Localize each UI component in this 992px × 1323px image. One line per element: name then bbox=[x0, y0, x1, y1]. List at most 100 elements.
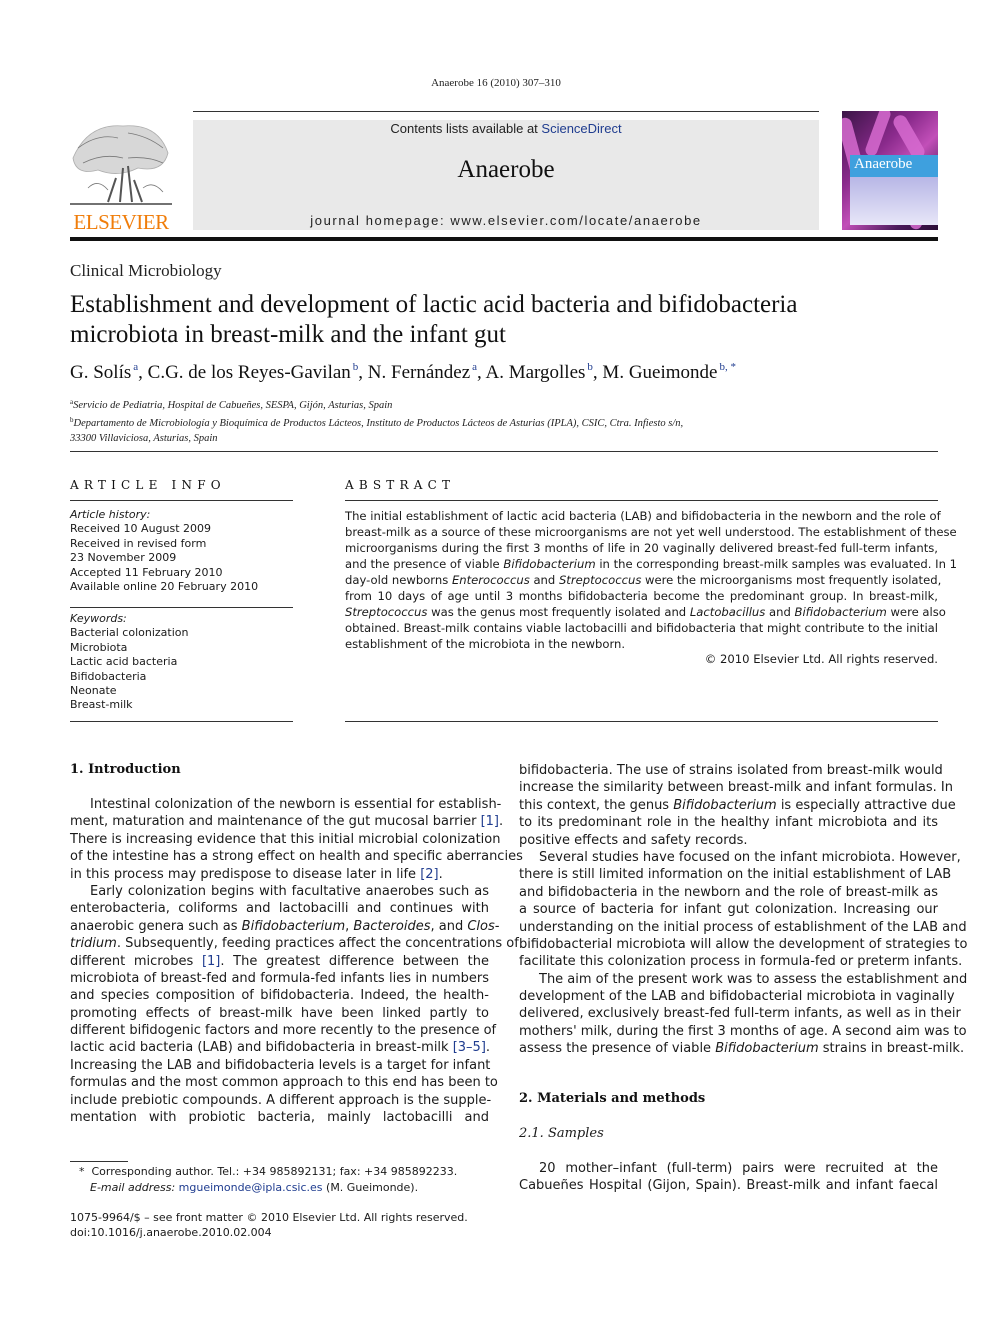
cover-bacterium bbox=[863, 111, 893, 158]
right-column-text: bifidobacteria. The use of strains isola… bbox=[519, 762, 968, 1058]
author[interactable]: C.G. de los Reyes-Gavilan b bbox=[148, 361, 359, 383]
citation-link[interactable]: [1] bbox=[481, 814, 499, 829]
affiliations: aServicio de Pediatria, Hospital de Cabu… bbox=[70, 395, 940, 446]
italic-term: Bifidobacterium bbox=[794, 605, 887, 619]
body-line: understanding on the initial process of … bbox=[519, 919, 967, 935]
cover-title: Anaerobe bbox=[854, 156, 913, 172]
body-line: different microbes [1]. The greatest dif… bbox=[70, 953, 489, 969]
italic-term: Bacteroides bbox=[353, 918, 431, 934]
author[interactable]: N. Fernández a bbox=[367, 361, 477, 383]
history-entry: Available online 20 February 2010 bbox=[70, 580, 259, 594]
body-line: include prebiotic compounds. A different… bbox=[70, 1092, 492, 1108]
body-line: Intestinal colonization of the newborn i… bbox=[90, 797, 502, 812]
affiliation-marker[interactable]: a bbox=[133, 361, 138, 373]
sciencedirect-link[interactable]: ScienceDirect bbox=[541, 121, 621, 136]
abstract-line: day-old newborns Enterococcus and Strept… bbox=[345, 573, 942, 587]
author[interactable]: A. Margolles b bbox=[486, 361, 593, 383]
keyword-item: Neonate bbox=[70, 684, 117, 698]
citation-link[interactable]: [2] bbox=[420, 867, 438, 882]
body-line: lactic acid bacteria (LAB) and bifidobac… bbox=[70, 1040, 491, 1056]
body-line: a source of bacteria for infant gut colo… bbox=[519, 902, 938, 918]
left-column-text: Intestinal colonization of the newborn i… bbox=[70, 796, 523, 1126]
body-line: There is increasing evidence that this i… bbox=[70, 831, 501, 847]
body-line: formulas and the most common approach to… bbox=[70, 1075, 498, 1091]
citation-link[interactable]: [3–5] bbox=[453, 1040, 486, 1055]
elsevier-logo[interactable]: ELSEVIER bbox=[68, 118, 174, 234]
body-line: assess the presence of viable Bifidobact… bbox=[519, 1041, 965, 1057]
keyword-item: Bifidobacteria bbox=[70, 669, 147, 683]
history-entry: Accepted 11 February 2010 bbox=[70, 565, 223, 579]
abstract-line: from 10 days of age until 3 months bifid… bbox=[345, 589, 938, 603]
title-line: microbiota in breast-milk and the infant… bbox=[70, 321, 506, 348]
footnote-line: * Corresponding author. Tel.: +34 985892… bbox=[70, 1164, 490, 1180]
contents-line: Contents lists available at ScienceDirec… bbox=[193, 121, 819, 136]
body-line: bifidobacterial microbiota will allow th… bbox=[519, 936, 968, 952]
abstract-bottom-rule bbox=[345, 721, 938, 722]
author-name: N. Fernández bbox=[367, 362, 471, 383]
doi-link[interactable]: doi:10.1016/j.anaerobe.2010.02.004 bbox=[70, 1226, 490, 1241]
email-link[interactable]: mgueimonde@ipla.csic.es bbox=[179, 1181, 323, 1194]
abstract-line: Streptococcus was the genus most frequen… bbox=[345, 605, 946, 619]
body-line: 20 mother–infant (full-term) pairs were … bbox=[539, 1161, 938, 1176]
body-line: and species composition of bifidobacteri… bbox=[70, 988, 489, 1004]
body-line: different bifidogenic factors and more r… bbox=[70, 1023, 497, 1039]
body-line: and bifidobacteria in the newborn and th… bbox=[519, 884, 938, 900]
body-line: there is still limited information on th… bbox=[519, 867, 952, 883]
keywords-rule bbox=[70, 607, 293, 608]
italic-term: Streptococcus bbox=[345, 605, 428, 619]
body-line: mothers' milk, during the first 3 months… bbox=[519, 1023, 967, 1039]
footnote-marker: * bbox=[79, 1165, 85, 1178]
affiliation-marker[interactable]: b bbox=[587, 361, 593, 373]
cover-bacterium bbox=[890, 112, 928, 162]
author-name: G. Solís bbox=[70, 362, 132, 383]
abstract-rule bbox=[345, 500, 938, 501]
author[interactable]: M. Gueimonde b, * bbox=[602, 361, 736, 383]
email-label: E-mail address: bbox=[90, 1180, 176, 1194]
citation-link[interactable]: [1] bbox=[202, 954, 220, 969]
history-entry: Received in revised form bbox=[70, 536, 207, 550]
affiliation: aServicio de Pediatria, Hospital de Cabu… bbox=[70, 395, 940, 413]
affiliation-marker[interactable]: b bbox=[353, 361, 359, 373]
abstract-line: establishment of the microbiota in the n… bbox=[345, 637, 626, 651]
email-line: E-mail address: mgueimonde@ipla.csic.es … bbox=[70, 1180, 490, 1196]
keyword-list: Bacterial colonization Microbiota Lactic a… bbox=[70, 626, 294, 712]
affiliation-marker[interactable]: b, * bbox=[719, 361, 736, 373]
article-info-bottom-rule bbox=[70, 721, 293, 722]
introduction-heading: 1. Introduction bbox=[70, 762, 181, 777]
abstract-line: and the presence of viable Bifidobacteri… bbox=[345, 557, 957, 571]
affiliation-marker[interactable]: a bbox=[472, 361, 477, 373]
journal-homepage-link[interactable]: journal homepage: www.elsevier.com/locat… bbox=[193, 213, 819, 228]
front-matter: 1075-9964/$ – see front matter © 2010 El… bbox=[70, 1211, 490, 1240]
body-line: delivered, exclusively breast-fed full-t… bbox=[519, 1006, 961, 1022]
keywords: Keywords: Bacterial colonization Microbio… bbox=[70, 612, 294, 713]
affiliation-text: Servicio de Pediatria, Hospital de Cabue… bbox=[73, 400, 393, 411]
title-line: Establishment and development of lactic … bbox=[70, 291, 798, 318]
abstract-text: The initial establishment of lactic acid… bbox=[345, 508, 957, 652]
abstract-line: microorganisms during the first 3 months… bbox=[345, 541, 938, 555]
italic-term: Clos- bbox=[467, 918, 500, 934]
section-tag: Clinical Microbiology bbox=[70, 261, 222, 280]
italic-term: Streptococcus bbox=[558, 573, 642, 587]
body-line: facilitate this colonization process in … bbox=[519, 954, 963, 970]
italic-term: Bifidobacterium bbox=[503, 557, 596, 571]
journal-cover-image[interactable]: Anaerobe bbox=[842, 111, 938, 230]
methods-heading: 2. Materials and methods bbox=[519, 1091, 706, 1106]
body-line: promoting effects of breast-milk have be… bbox=[70, 1005, 489, 1021]
author[interactable]: G. Solís a bbox=[70, 361, 138, 383]
elsevier-wordmark: ELSEVIER bbox=[73, 210, 169, 234]
body-line: tridium. Subsequently, feeding practices… bbox=[70, 936, 519, 952]
footnote-text: Corresponding author. Tel.: +34 98589213… bbox=[91, 1165, 458, 1178]
italic-term: Lactobacillus bbox=[689, 605, 766, 619]
body-line: anaerobic genera such as Bifidobacterium… bbox=[70, 918, 500, 934]
body-line: bifidobacteria. The use of strains isola… bbox=[519, 763, 943, 778]
issn-line: 1075-9964/$ – see front matter © 2010 El… bbox=[70, 1211, 468, 1224]
affiliation-text: Departamento de Microbiología y Bioquími… bbox=[73, 418, 684, 429]
corresponding-author-footnote: * Corresponding author. Tel.: +34 985892… bbox=[70, 1164, 490, 1195]
body-line: Several studies have focused on the infa… bbox=[539, 849, 961, 865]
body-line: positive effects and safety records. bbox=[519, 832, 748, 848]
footnote-rule bbox=[70, 1161, 128, 1162]
body-line: increase the similarity between breast-m… bbox=[519, 780, 953, 796]
samples-subheading: 2.1. Samples bbox=[519, 1126, 604, 1141]
keyword-item: Bacterial colonization bbox=[70, 626, 189, 640]
affiliation: bDepartamento de Microbiología y Bioquím… bbox=[70, 413, 940, 431]
